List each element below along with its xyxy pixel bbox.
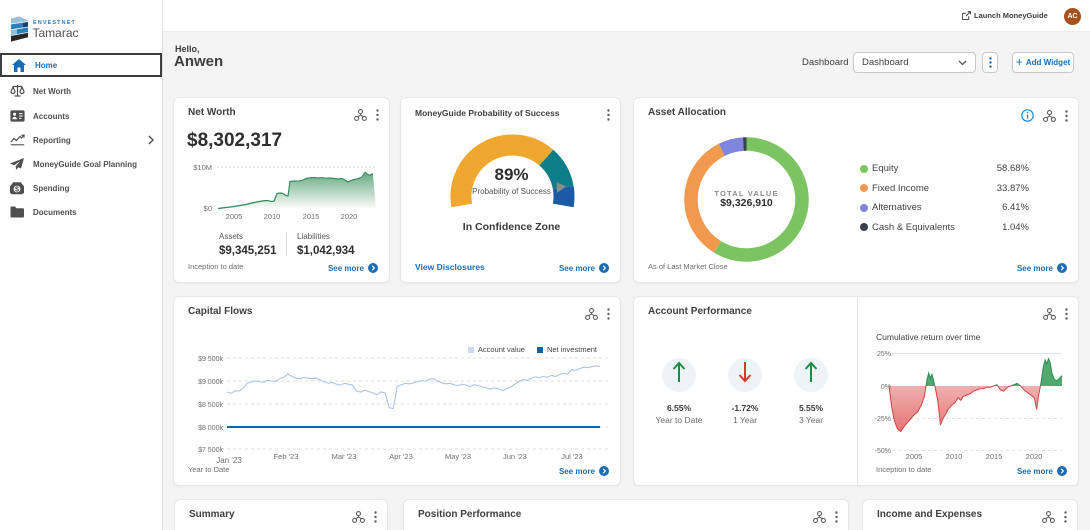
svg-text:$0: $0 — [204, 204, 212, 213]
svg-text:$7 500k: $7 500k — [198, 447, 223, 454]
svg-text:Jun '23: Jun '23 — [503, 452, 527, 461]
svg-text:May '23: May '23 — [445, 452, 471, 461]
svg-text:-25%: -25% — [875, 416, 891, 423]
svg-text:$9 500k: $9 500k — [198, 356, 223, 363]
svg-text:$10M: $10M — [193, 163, 212, 172]
svg-text:2005: 2005 — [906, 452, 923, 461]
svg-text:$: $ — [15, 186, 19, 193]
svg-text:2015: 2015 — [986, 452, 1003, 461]
svg-text:2005: 2005 — [226, 212, 243, 221]
svg-text:2010: 2010 — [264, 212, 281, 221]
svg-text:2020: 2020 — [341, 212, 358, 221]
svg-text:-50%: -50% — [875, 448, 891, 455]
svg-text:Apr '23: Apr '23 — [389, 452, 413, 461]
svg-text:2020: 2020 — [1026, 452, 1043, 461]
svg-text:Mar '23: Mar '23 — [332, 452, 357, 461]
svg-text:2015: 2015 — [303, 212, 320, 221]
svg-text:$8 000k: $8 000k — [198, 425, 223, 432]
svg-text:2010: 2010 — [946, 452, 963, 461]
svg-text:25%: 25% — [877, 351, 891, 358]
svg-text:Jul '23: Jul '23 — [561, 452, 582, 461]
svg-text:Jan '23: Jan '23 — [216, 456, 242, 465]
svg-text:Feb '23: Feb '23 — [274, 452, 299, 461]
svg-text:$8 500k: $8 500k — [198, 402, 223, 409]
svg-text:$9 000k: $9 000k — [198, 379, 223, 386]
